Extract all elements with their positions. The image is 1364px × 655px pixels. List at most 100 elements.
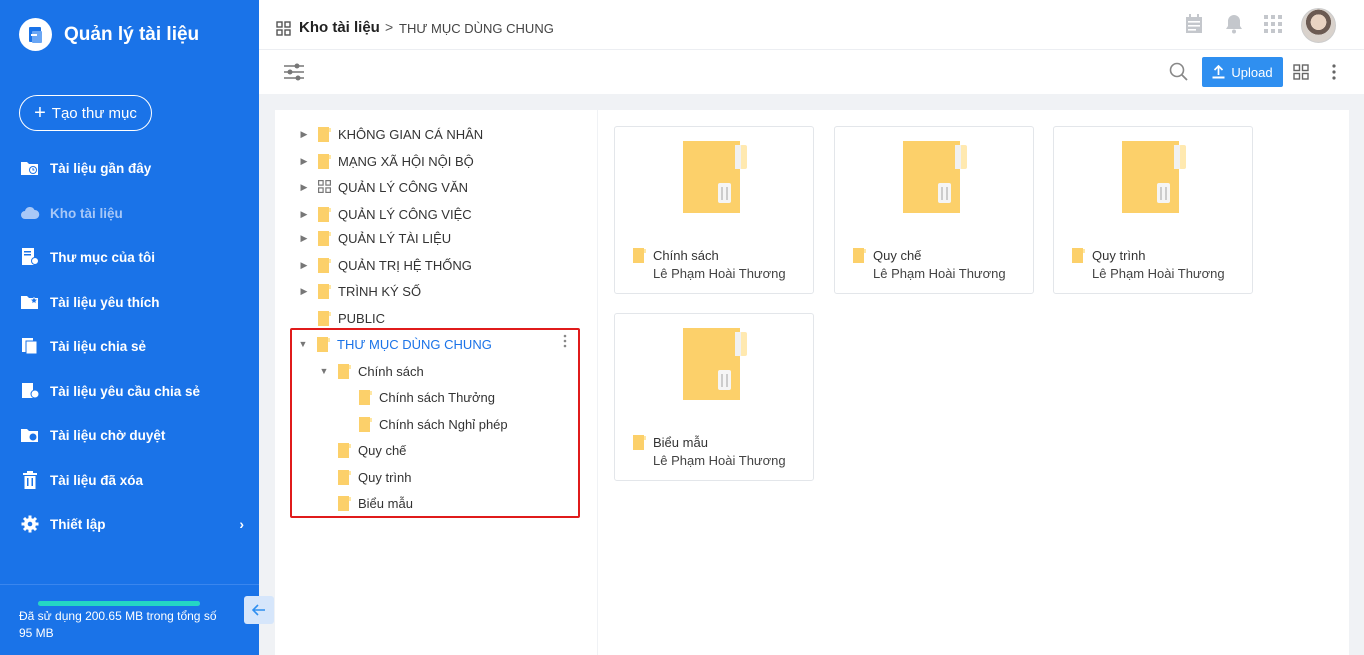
sidebar-item-label: Kho tài liệu <box>50 205 123 221</box>
sidebar-item-settings[interactable]: Thiết lập › <box>19 511 244 537</box>
bell-icon[interactable] <box>1223 13 1245 35</box>
gear-icon <box>19 513 41 535</box>
sidebar-item-shared[interactable]: Tài liệu chia sẻ <box>19 333 244 359</box>
sidebar-item-label: Tài liệu yêu thích <box>50 294 160 310</box>
folder-icon <box>338 495 351 511</box>
caret-down-icon[interactable]: ▼ <box>298 339 308 349</box>
folder-icon <box>633 435 646 450</box>
folder-icon <box>318 310 331 326</box>
folder-card[interactable]: Biểu mẫu Lê Phạm Hoài Thương <box>614 313 814 481</box>
storage-progress-bar <box>38 601 200 606</box>
sidebar-item-recent[interactable]: Tài liệu gần đây <box>19 155 244 181</box>
sidebar: Quản lý tài liệu + Tạo thư mục Tài liệu … <box>0 0 259 655</box>
sidebar-item-label: Thư mục của tôi <box>50 249 156 265</box>
tree-item[interactable]: PUBLIC <box>299 308 385 328</box>
folder-name: Quy trình <box>1092 248 1146 263</box>
app-title: Quản lý tài liệu <box>64 23 200 45</box>
tree-item[interactable]: Quy chế <box>319 440 406 460</box>
share-request-icon <box>19 380 41 402</box>
caret-right-icon[interactable]: ▶ <box>299 182 309 193</box>
folder-icon <box>318 153 331 169</box>
tree-item[interactable]: ▼ Chính sách <box>319 361 424 381</box>
breadcrumb-current: THƯ MỤC DÙNG CHUNG <box>399 21 554 36</box>
tree-item[interactable]: ▼ THƯ MỤC DÙNG CHUNG <box>298 334 492 354</box>
sidebar-item-favorites[interactable]: Tài liệu yêu thích <box>19 289 244 315</box>
favorite-docs-icon <box>19 291 41 313</box>
sidebar-item-repository[interactable]: Kho tài liệu <box>19 200 244 226</box>
row-more-icon[interactable] <box>562 334 568 351</box>
sidebar-item-label: Tài liệu chờ duyệt <box>50 427 166 443</box>
folder-card[interactable]: Quy trình Lê Phạm Hoài Thương <box>1053 126 1253 294</box>
brand[interactable]: Quản lý tài liệu <box>19 18 199 51</box>
trash-icon <box>19 469 41 491</box>
more-vertical-icon[interactable] <box>1329 63 1339 84</box>
caret-right-icon[interactable]: ▶ <box>299 233 309 244</box>
sidebar-item-pending[interactable]: Tài liệu chờ duyệt <box>19 422 244 448</box>
folder-large-icon <box>1122 141 1186 216</box>
folder-icon <box>318 230 331 246</box>
sidebar-item-label: Tài liệu yêu cầu chia sẻ <box>50 383 201 399</box>
sidebar-item-share-requests[interactable]: Tài liệu yêu cầu chia sẻ <box>19 378 244 404</box>
folder-icon <box>318 283 331 299</box>
tree-item[interactable]: ▶ QUẢN LÝ CÔNG VĂN <box>299 177 469 197</box>
recent-docs-icon <box>19 157 41 179</box>
tree-item[interactable]: ▶ KHÔNG GIAN CÁ NHÂN <box>299 124 483 144</box>
tree-item-label: Biểu mẫu <box>358 495 413 511</box>
tree-item[interactable]: ▶ QUẢN LÝ CÔNG VIỆC <box>299 204 472 224</box>
folder-icon <box>318 206 331 222</box>
folder-icon <box>359 416 372 432</box>
tree-item[interactable]: Chính sách Nghỉ phép <box>340 414 508 434</box>
storage-progress-fill <box>38 601 200 606</box>
calendar-icon[interactable] <box>1183 13 1205 35</box>
filter-settings-icon[interactable] <box>283 63 305 84</box>
tree-item[interactable]: Biểu mẫu <box>319 493 413 513</box>
grid-view-icon[interactable] <box>1293 64 1309 83</box>
tree-item[interactable]: ▶ MẠNG XÃ HỘI NỘI BỘ <box>299 151 474 171</box>
tree-item[interactable]: Chính sách Thưởng <box>340 387 495 407</box>
breadcrumb-root[interactable]: Kho tài liệu <box>299 19 380 36</box>
tree-item[interactable]: ▶ QUẢN LÝ TÀI LIỆU <box>299 228 451 248</box>
breadcrumb-separator: > <box>385 19 394 35</box>
avatar[interactable] <box>1301 8 1336 43</box>
sidebar-item-my-folder[interactable]: Thư mục của tôi <box>19 244 244 270</box>
apps-grid-icon[interactable] <box>1262 13 1284 35</box>
caret-right-icon[interactable]: ▶ <box>299 209 309 220</box>
folder-owner: Lê Phạm Hoài Thương <box>653 266 786 281</box>
top-header: Kho tài liệu > THƯ MỤC DÙNG CHUNG <box>259 0 1364 50</box>
caret-right-icon[interactable]: ▶ <box>299 260 309 271</box>
tree-item[interactable]: Quy trình <box>319 467 411 487</box>
tree-item-label: Chính sách Thưởng <box>379 389 495 405</box>
tree-item-label: THƯ MỤC DÙNG CHUNG <box>337 336 492 352</box>
folder-icon <box>318 126 331 142</box>
toolbar: Upload <box>259 50 1364 94</box>
folder-card[interactable]: Quy chế Lê Phạm Hoài Thương <box>834 126 1034 294</box>
folder-icon <box>338 469 351 485</box>
sidebar-item-label: Tài liệu chia sẻ <box>50 338 147 354</box>
folder-name: Chính sách <box>653 248 719 263</box>
sidebar-item-trash[interactable]: Tài liệu đã xóa <box>19 467 244 493</box>
upload-label: Upload <box>1231 64 1273 80</box>
search-icon[interactable] <box>1169 62 1188 84</box>
tree-item-label: PUBLIC <box>338 310 385 326</box>
folder-card[interactable]: Chính sách Lê Phạm Hoài Thương <box>614 126 814 294</box>
folder-icon <box>853 248 866 263</box>
folder-large-icon <box>903 141 967 216</box>
upload-button[interactable]: Upload <box>1202 57 1283 87</box>
caret-down-icon[interactable]: ▼ <box>319 366 329 376</box>
folder-name: Biểu mẫu <box>653 435 708 450</box>
shared-docs-icon <box>19 335 41 357</box>
caret-right-icon[interactable]: ▶ <box>299 156 309 167</box>
folder-icon <box>633 248 646 263</box>
grid-module-icon <box>318 179 332 195</box>
arrow-left-icon <box>252 604 265 616</box>
tree-item[interactable]: ▶ TRÌNH KÝ SỐ <box>299 281 421 301</box>
caret-right-icon[interactable]: ▶ <box>299 129 309 140</box>
caret-right-icon[interactable]: ▶ <box>299 286 309 297</box>
folder-icon <box>338 363 351 379</box>
tree-item[interactable]: ▶ QUẢN TRỊ HỆ THỐNG <box>299 255 472 275</box>
pending-docs-icon <box>19 424 41 446</box>
tree-item-label: QUẢN LÝ CÔNG VĂN <box>338 179 469 195</box>
collapse-sidebar-button[interactable] <box>244 596 274 624</box>
create-folder-button[interactable]: + Tạo thư mục <box>19 95 152 131</box>
folder-name: Quy chế <box>873 248 922 263</box>
